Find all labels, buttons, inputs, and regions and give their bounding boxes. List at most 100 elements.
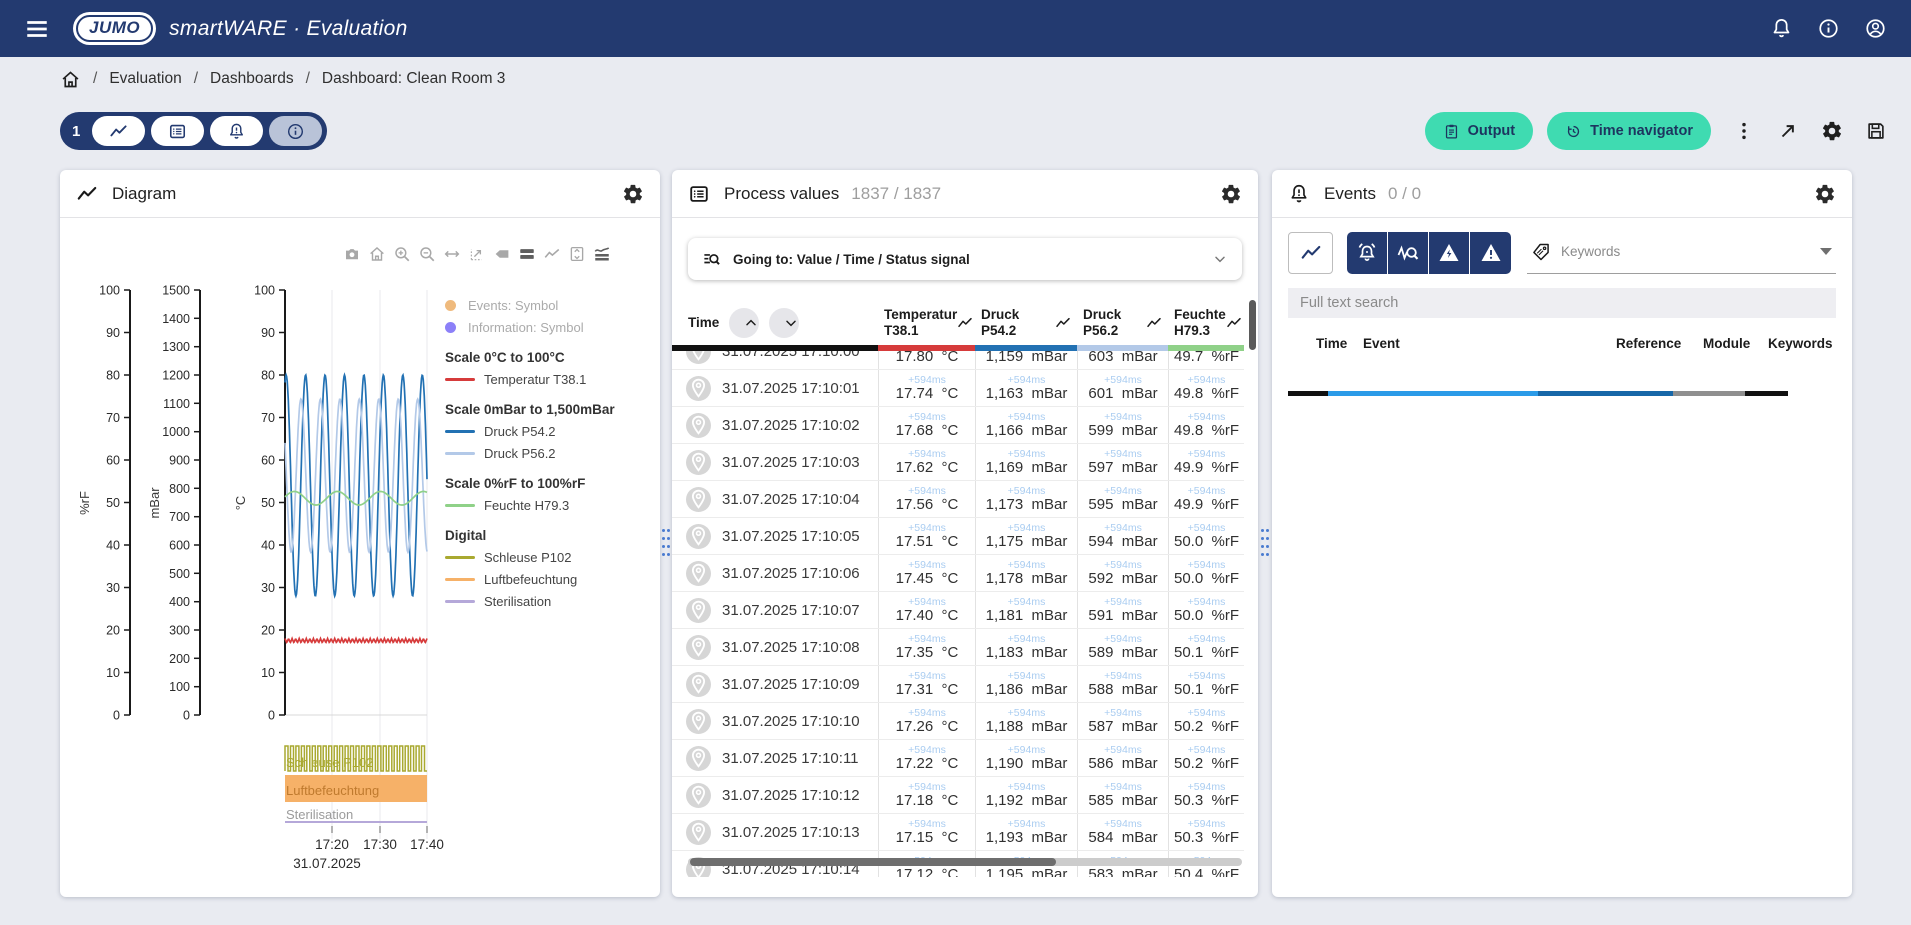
warning-triangle-filter-button[interactable] [1470,232,1511,274]
keywords-dropdown[interactable]: Keywords [1527,232,1836,274]
toggle-info-view[interactable] [269,116,322,146]
events-column-reference[interactable]: Reference [1616,336,1681,351]
events-column-time[interactable]: Time [1316,336,1347,351]
process-table-row[interactable]: 31.07.2025 17:10:10+594ms17.26 °C+594ms1… [672,703,1244,740]
toggle-diagram-view[interactable] [92,116,145,146]
panel-resize-handle[interactable] [1261,520,1269,564]
breadcrumb-item-dashboards[interactable]: Dashboards [210,70,294,88]
events-column-keywords[interactable]: Keywords [1768,336,1833,351]
process-settings-gear-icon[interactable] [1220,183,1242,205]
location-pin-icon[interactable] [686,635,711,660]
legend-series-item[interactable]: Sterilisation [445,594,657,609]
full-text-search-input[interactable] [1288,288,1836,318]
alarm-bell-filter-button[interactable] [1347,232,1388,274]
row-value-cell: +594ms17.80 °C [878,351,975,369]
legend-series-item[interactable]: Feuchte H79.3 [445,498,657,513]
notifications-icon[interactable] [1770,17,1793,40]
settings-gear-icon[interactable] [1821,120,1843,142]
home-icon[interactable] [368,245,386,263]
lightning-triangle-filter-button[interactable] [1429,232,1470,274]
toggle-events-view[interactable] [210,116,263,146]
value-column-header[interactable]: Druck P54.2 [975,300,1077,345]
location-pin-icon[interactable] [686,450,711,475]
events-trend-filter-button[interactable] [1288,232,1333,274]
location-pin-icon[interactable] [686,376,711,401]
output-button[interactable]: Output [1425,112,1534,150]
value-column-header[interactable]: Temperatur T38.1 [878,300,975,345]
location-pin-icon[interactable] [686,351,711,364]
range-y-icon[interactable] [568,245,586,263]
legend-series-item[interactable]: Druck P54.2 [445,424,657,439]
kebab-menu-icon[interactable] [1733,120,1755,142]
process-table-row[interactable]: 31.07.2025 17:10:09+594ms17.31 °C+594ms1… [672,666,1244,703]
process-table-row[interactable]: 31.07.2025 17:10:11+594ms17.22 °C+594ms1… [672,740,1244,777]
location-pin-icon[interactable] [686,413,711,438]
location-pin-icon[interactable] [686,746,711,771]
location-pin-icon[interactable] [686,783,711,808]
value-column-label: Druck P56.2 [1083,307,1146,338]
label-tag-icon[interactable] [493,245,511,263]
legend-series-item[interactable]: Temperatur T38.1 [445,372,657,387]
legend-series-item[interactable]: Luftbefeuchtung [445,572,657,587]
value-column-header[interactable]: Druck P56.2 [1077,300,1168,345]
legend-series-item[interactable]: Druck P56.2 [445,446,657,461]
location-pin-icon[interactable] [686,820,711,845]
value-column-header[interactable]: Feuchte H79.3 [1168,300,1244,345]
process-table-row[interactable]: 31.07.2025 17:10:13+594ms17.15 °C+594ms1… [672,814,1244,851]
process-table-row[interactable]: 31.07.2025 17:10:07+594ms17.40 °C+594ms1… [672,592,1244,629]
time-navigator-button[interactable]: Time navigator [1547,112,1711,150]
process-table-row[interactable]: 31.07.2025 17:10:02+594ms17.68 °C+594ms1… [672,407,1244,444]
account-icon[interactable] [1864,17,1887,40]
breadcrumb-item-evaluation[interactable]: Evaluation [109,70,181,88]
pan-icon[interactable] [468,245,486,263]
process-table-row[interactable]: 31.07.2025 17:10:01+594ms17.74 °C+594ms1… [672,370,1244,407]
keywords-placeholder: Keywords [1561,244,1620,259]
vertical-scrollbar-thumb[interactable] [1249,300,1256,350]
trend-icon [109,122,128,141]
legend-symbol-item[interactable]: Events: Symbol [445,298,657,313]
ms-offset: +594ms [908,486,946,497]
horizontal-scrollbar-track[interactable] [688,858,1242,866]
zoom-out-icon[interactable] [418,245,436,263]
sort-down-button[interactable] [769,308,799,338]
legend-series-label: Feuchte H79.3 [484,498,569,513]
compare-bars-icon[interactable] [518,245,536,263]
panel-resize-handle[interactable] [662,520,670,564]
save-icon[interactable] [1865,120,1887,142]
time-column-header: Time [672,300,878,345]
process-table-row[interactable]: 31.07.2025 17:10:08+594ms17.35 °C+594ms1… [672,629,1244,666]
stacked-mode-icon[interactable] [593,245,611,263]
goto-search-dropdown[interactable]: Going to: Value / Time / Status signal [688,238,1242,280]
sort-up-button[interactable] [729,308,759,338]
autoscale-x-icon[interactable] [443,245,461,263]
line-mode-icon[interactable] [543,245,561,263]
location-pin-icon[interactable] [686,672,711,697]
signal-search-filter-button[interactable] [1388,232,1429,274]
horizontal-scrollbar-thumb[interactable] [690,858,1056,866]
location-pin-icon[interactable] [686,487,711,512]
process-table-row[interactable]: 31.07.2025 17:10:05+594ms17.51 °C+594ms1… [672,518,1244,555]
legend-series-item[interactable]: Schleuse P102 [445,550,657,565]
location-pin-icon[interactable] [686,561,711,586]
location-pin-icon[interactable] [686,709,711,734]
events-column-event[interactable]: Event [1363,336,1400,351]
location-pin-icon[interactable] [686,524,711,549]
events-settings-gear-icon[interactable] [1814,183,1836,205]
fullscreen-icon[interactable] [1777,120,1799,142]
process-rows-viewport[interactable]: 31.07.2025 17:10:00+594ms17.80 °C+594ms1… [672,351,1244,877]
events-column-module[interactable]: Module [1703,336,1750,351]
process-table-row[interactable]: 31.07.2025 17:10:12+594ms17.18 °C+594ms1… [672,777,1244,814]
legend-symbol-item[interactable]: Information: Symbol [445,320,657,335]
toggle-process-values-view[interactable] [151,116,204,146]
process-table-row[interactable]: 31.07.2025 17:10:04+594ms17.56 °C+594ms1… [672,481,1244,518]
info-icon[interactable] [1817,17,1840,40]
home-icon[interactable] [60,69,81,90]
camera-icon[interactable] [343,245,361,263]
process-table-row[interactable]: 31.07.2025 17:10:00+594ms17.80 °C+594ms1… [672,351,1244,370]
menu-icon[interactable] [24,16,50,42]
zoom-in-icon[interactable] [393,245,411,263]
process-table-row[interactable]: 31.07.2025 17:10:03+594ms17.62 °C+594ms1… [672,444,1244,481]
diagram-settings-gear-icon[interactable] [622,183,644,205]
location-pin-icon[interactable] [686,598,711,623]
process-table-row[interactable]: 31.07.2025 17:10:06+594ms17.45 °C+594ms1… [672,555,1244,592]
